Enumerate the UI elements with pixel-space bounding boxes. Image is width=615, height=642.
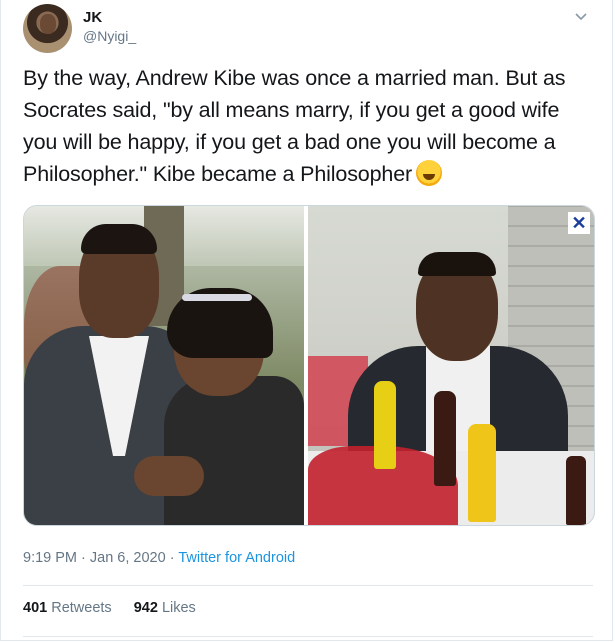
tweet-time[interactable]: 9:19 PM <box>23 550 77 566</box>
retweets-count: 401 <box>23 600 48 616</box>
divider-bottom <box>23 636 593 637</box>
meta-separator-2: · <box>165 550 179 566</box>
tweet-meta: 9:19 PM · Jan 6, 2020 · Twitter for Andr… <box>23 550 295 566</box>
close-icon[interactable]: ✕ <box>568 212 590 234</box>
man-at-table-photo[interactable]: ✕ <box>308 206 594 525</box>
meta-separator: · <box>77 550 90 566</box>
likes-count: 942 <box>133 600 158 616</box>
author-name[interactable]: JK <box>83 9 102 26</box>
tweet-date[interactable]: Jan 6, 2020 <box>90 550 166 566</box>
author-handle[interactable]: @Nyigi_ <box>83 28 136 44</box>
couple-photo[interactable] <box>24 206 304 525</box>
tweet-card: JK @Nyigi_ By the way, Andrew Kibe was o… <box>0 0 613 641</box>
avatar[interactable] <box>23 4 72 53</box>
tweet-body: By the way, Andrew Kibe was once a marri… <box>23 66 566 186</box>
tweet-source[interactable]: Twitter for Android <box>178 550 295 566</box>
chevron-down-icon[interactable] <box>574 10 588 24</box>
retweets-label: Retweets <box>51 600 112 616</box>
likes-stat[interactable]: 942 Likes <box>134 600 196 616</box>
tweet-stats: 401 Retweets 942 Likes <box>23 600 214 616</box>
likes-label: Likes <box>161 600 196 616</box>
tweet-text: By the way, Andrew Kibe was once a marri… <box>23 62 598 190</box>
divider <box>23 585 593 586</box>
tweet-media[interactable]: ✕ <box>23 205 595 526</box>
rolling-on-floor-laughing-icon <box>416 160 443 186</box>
retweets-stat[interactable]: 401 Retweets <box>23 600 112 616</box>
